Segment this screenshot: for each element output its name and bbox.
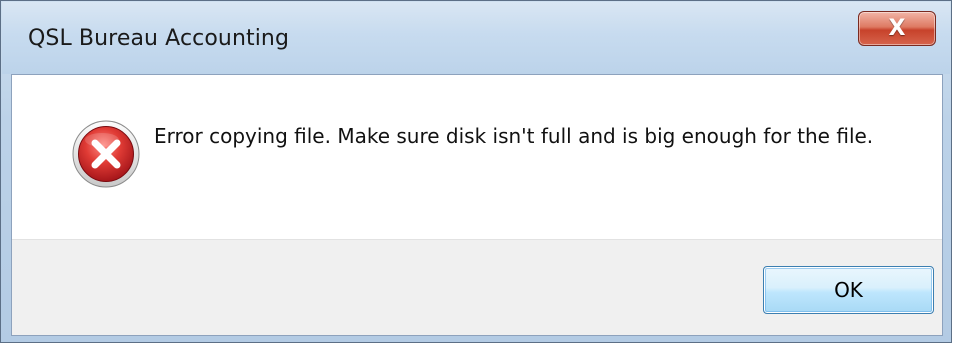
dialog-client-area: Error copying file. Make sure disk isn't… bbox=[11, 74, 943, 336]
error-icon bbox=[72, 120, 140, 188]
close-button[interactable]: X bbox=[858, 11, 936, 46]
close-icon: X bbox=[888, 15, 906, 41]
ok-button[interactable]: OK bbox=[763, 266, 934, 314]
message-area: Error copying file. Make sure disk isn't… bbox=[12, 75, 942, 239]
button-bar: OK bbox=[12, 239, 942, 335]
error-message: Error copying file. Make sure disk isn't… bbox=[154, 124, 874, 148]
window-title: QSL Bureau Accounting bbox=[28, 26, 290, 51]
message-dialog: QSL Bureau Accounting X Error copying fi… bbox=[0, 0, 952, 343]
title-bar[interactable]: QSL Bureau Accounting X bbox=[2, 2, 950, 74]
